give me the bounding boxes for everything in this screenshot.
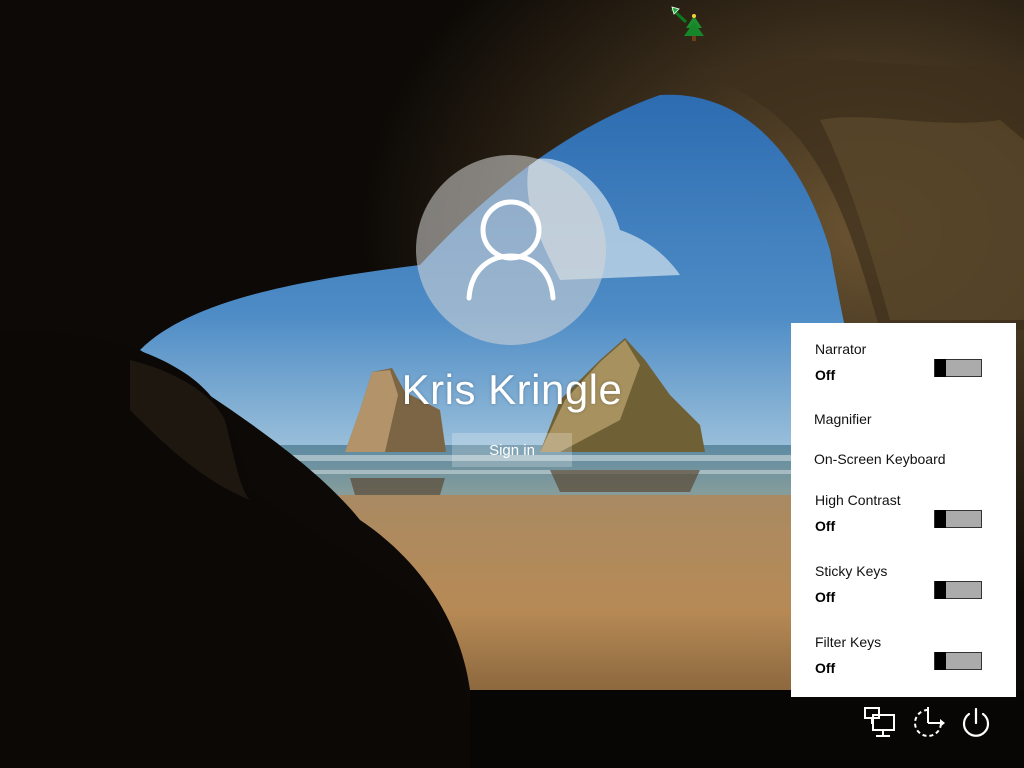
christmas-tree-cursor-icon [670,6,704,41]
toggle-knob [935,652,946,670]
sticky-keys-label: Sticky Keys [815,563,888,579]
sticky-keys-setting: Sticky Keys Off [815,563,982,605]
user-silhouette-icon [466,199,556,301]
user-name: Kris Kringle [401,366,623,413]
ease-of-access-panel: Narrator Off Magnifier On-Screen Keyboar… [791,323,1016,697]
power-icon[interactable] [958,705,994,741]
filter-keys-label: Filter Keys [815,634,882,650]
filter-keys-setting: Filter Keys Off [815,634,982,676]
sticky-keys-toggle[interactable] [934,581,982,599]
network-icon[interactable] [862,705,898,741]
filter-keys-state: Off [815,660,836,676]
high-contrast-toggle[interactable] [934,510,982,528]
on-screen-keyboard-link[interactable]: On-Screen Keyboard [814,451,946,467]
ease-of-access-icon[interactable] [910,705,946,741]
high-contrast-setting: High Contrast Off [815,492,982,534]
sign-in-button[interactable]: Sign in [452,433,572,467]
toggle-knob [935,359,946,377]
magnifier-link[interactable]: Magnifier [814,411,872,427]
toggle-knob [935,581,946,599]
narrator-toggle[interactable] [934,359,982,377]
user-avatar [416,155,606,345]
high-contrast-state: Off [815,518,836,534]
narrator-label: Narrator [815,341,867,357]
high-contrast-label: High Contrast [815,492,901,508]
filter-keys-toggle[interactable] [934,652,982,670]
narrator-state: Off [815,367,836,383]
narrator-setting: Narrator Off [815,341,982,383]
sticky-keys-state: Off [815,589,836,605]
toggle-knob [935,510,946,528]
